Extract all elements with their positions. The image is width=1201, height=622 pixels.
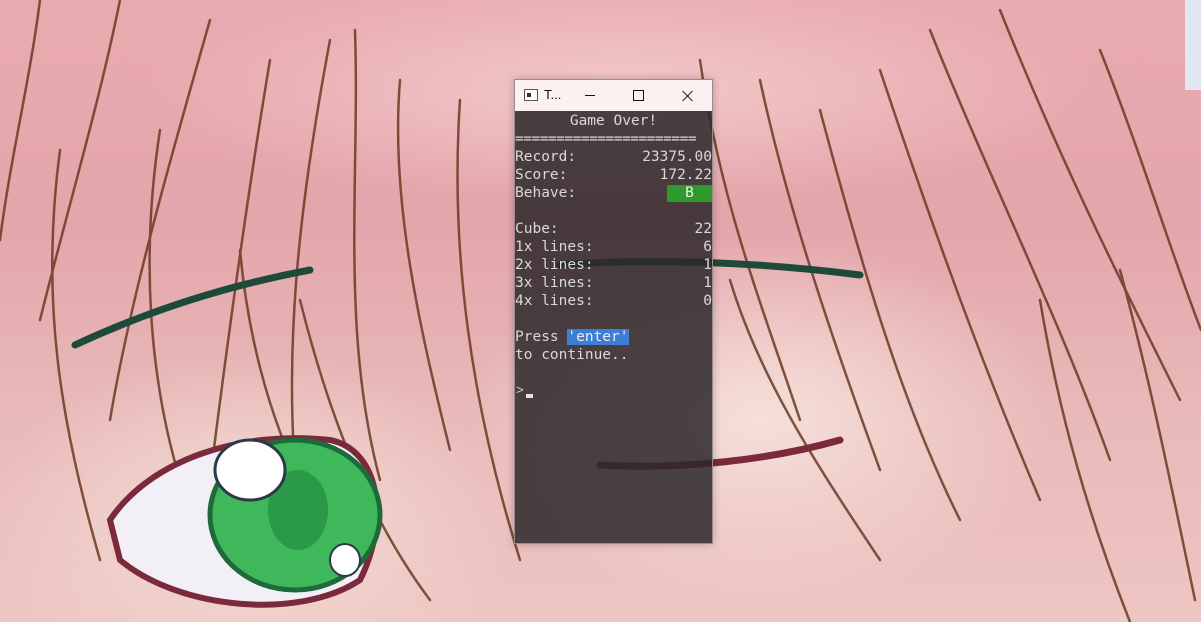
- press-text: Press: [515, 329, 568, 345]
- maximize-icon: [632, 90, 644, 101]
- left-eye: [106, 435, 383, 608]
- game-over-heading: Game Over!: [569, 113, 658, 129]
- score-value: 172.22: [659, 167, 712, 183]
- cube-value: 22: [694, 221, 712, 237]
- console-app-icon[interactable]: [524, 89, 538, 101]
- record-label: Record:: [515, 149, 577, 165]
- behave-row: Behave: B: [515, 184, 712, 202]
- cube-row: Cube: 22: [515, 220, 712, 238]
- lines-1x-value: 6: [703, 239, 712, 255]
- separator-line: ======================: [515, 131, 697, 147]
- input-line[interactable]: >: [515, 382, 712, 400]
- maximize-button[interactable]: [614, 80, 662, 111]
- lines-1x-row: 1x lines: 6: [515, 238, 712, 256]
- lines-3x-value: 1: [703, 275, 712, 291]
- text-cursor: [526, 394, 533, 398]
- lines-4x-value: 0: [703, 293, 712, 309]
- console-window[interactable]: T... Game Over! ====================== R…: [514, 79, 713, 544]
- record-row: Record: 23375.00: [515, 148, 712, 166]
- cube-label: Cube:: [515, 221, 559, 237]
- minimize-icon: [585, 95, 595, 96]
- enter-key-highlight: 'enter': [567, 329, 629, 345]
- behave-label: Behave:: [515, 185, 577, 201]
- record-value: 23375.00: [642, 149, 712, 165]
- title-bar[interactable]: T...: [515, 80, 712, 111]
- console-output[interactable]: Game Over! ====================== Record…: [515, 111, 712, 543]
- prompt-chevron-icon: >: [516, 383, 524, 398]
- close-icon: [682, 90, 694, 102]
- lines-2x-value: 1: [703, 257, 712, 273]
- lines-4x-label: 4x lines:: [515, 293, 594, 309]
- minimize-button[interactable]: [566, 80, 614, 111]
- close-button[interactable]: [663, 80, 712, 111]
- lines-1x-label: 1x lines:: [515, 239, 594, 255]
- lines-3x-row: 3x lines: 1: [515, 274, 712, 292]
- window-title: T...: [544, 87, 562, 102]
- lines-4x-row: 4x lines: 0: [515, 292, 712, 310]
- continue-line: to continue..: [515, 347, 629, 363]
- press-enter-line: Press 'enter': [515, 328, 712, 346]
- score-label: Score:: [515, 167, 568, 183]
- lines-3x-label: 3x lines:: [515, 275, 594, 291]
- behave-grade-badge: B: [667, 185, 712, 202]
- score-row: Score: 172.22: [515, 166, 712, 184]
- window-edge: [1185, 0, 1201, 90]
- lines-2x-row: 2x lines: 1: [515, 256, 712, 274]
- lines-2x-label: 2x lines:: [515, 257, 594, 273]
